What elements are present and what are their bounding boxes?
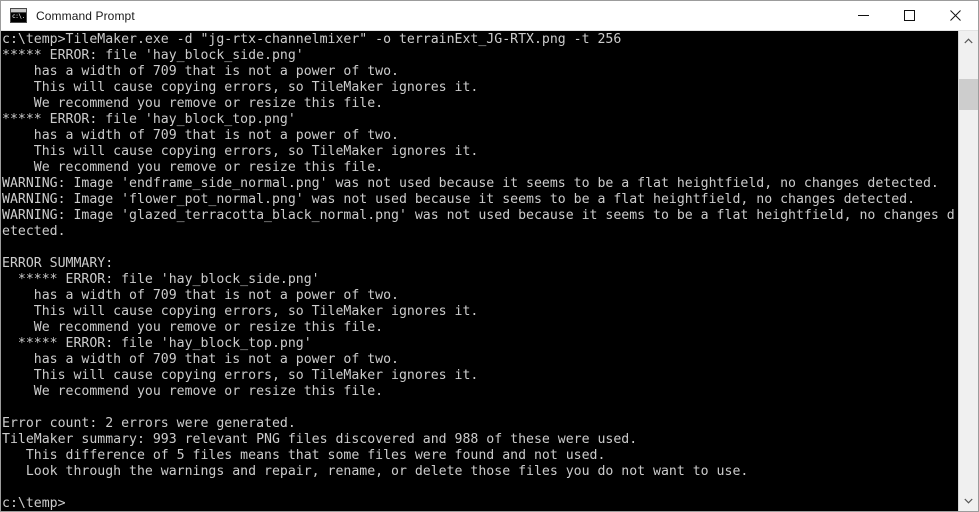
terminal-line: c:\temp> [2,496,66,511]
terminal-line: ***** ERROR: file 'hay_block_side.png' [2,272,320,287]
terminal-line: ERROR SUMMARY: [2,256,114,271]
terminal-line: etected. [2,224,66,239]
terminal-line: WARNING: Image 'endframe_side_normal.png… [2,176,939,191]
window-controls [840,1,978,30]
terminal-line: WARNING: Image 'glazed_terracotta_black_… [2,208,955,223]
terminal-line: Error count: 2 errors were generated. [2,416,296,431]
terminal-line: We recommend you remove or resize this f… [2,320,384,335]
terminal-line: has a width of 709 that is not a power o… [2,352,399,367]
terminal-line: TileMaker summary: 993 relevant PNG file… [2,432,638,447]
command-prompt-window: c:\. Command Prompt c:\temp>TileMaker.ex… [0,0,979,512]
minimize-button[interactable] [840,1,886,30]
close-button[interactable] [932,1,978,30]
console-icon-screen: c:\. [11,13,26,22]
chevron-down-icon [964,498,973,504]
terminal-line: has a width of 709 that is not a power o… [2,288,399,303]
title-bar-left: c:\. Command Prompt [1,8,840,23]
close-icon [949,10,961,21]
scroll-up-arrow[interactable] [959,31,978,51]
terminal-line: c:\temp>TileMaker.exe -d "jg-rtx-channel… [2,32,622,47]
terminal-line: ***** ERROR: file 'hay_block_side.png' [2,48,304,63]
chevron-up-icon [964,38,973,44]
maximize-button[interactable] [886,1,932,30]
terminal-line: WARNING: Image 'flower_pot_normal.png' w… [2,192,916,207]
scroll-thumb[interactable] [959,79,978,110]
terminal-line: Look through the warnings and repair, re… [2,464,749,479]
terminal-line: This difference of 5 files means that so… [2,448,606,463]
terminal-line: This will cause copying errors, so TileM… [2,304,479,319]
terminal-line: This will cause copying errors, so TileM… [2,80,479,95]
terminal-area: c:\temp>TileMaker.exe -d "jg-rtx-channel… [1,31,978,511]
scroll-down-arrow[interactable] [959,491,978,511]
maximize-icon [903,10,915,21]
terminal-line: ***** ERROR: file 'hay_block_top.png' [2,336,312,351]
terminal-line: has a width of 709 that is not a power o… [2,64,399,79]
scroll-track[interactable] [959,51,978,491]
window-title: Command Prompt [36,8,135,23]
terminal-line: We recommend you remove or resize this f… [2,384,384,399]
title-bar[interactable]: c:\. Command Prompt [1,1,978,31]
console-icon: c:\. [10,8,27,23]
terminal-line: We recommend you remove or resize this f… [2,96,384,111]
terminal-line: This will cause copying errors, so TileM… [2,368,479,383]
terminal-line: This will cause copying errors, so TileM… [2,144,479,159]
terminal-output[interactable]: c:\temp>TileMaker.exe -d "jg-rtx-channel… [1,31,958,511]
terminal-line: ***** ERROR: file 'hay_block_top.png' [2,112,296,127]
terminal-line: has a width of 709 that is not a power o… [2,128,399,143]
terminal-line: We recommend you remove or resize this f… [2,160,384,175]
vertical-scrollbar[interactable] [958,31,978,511]
minimize-icon [857,15,869,16]
